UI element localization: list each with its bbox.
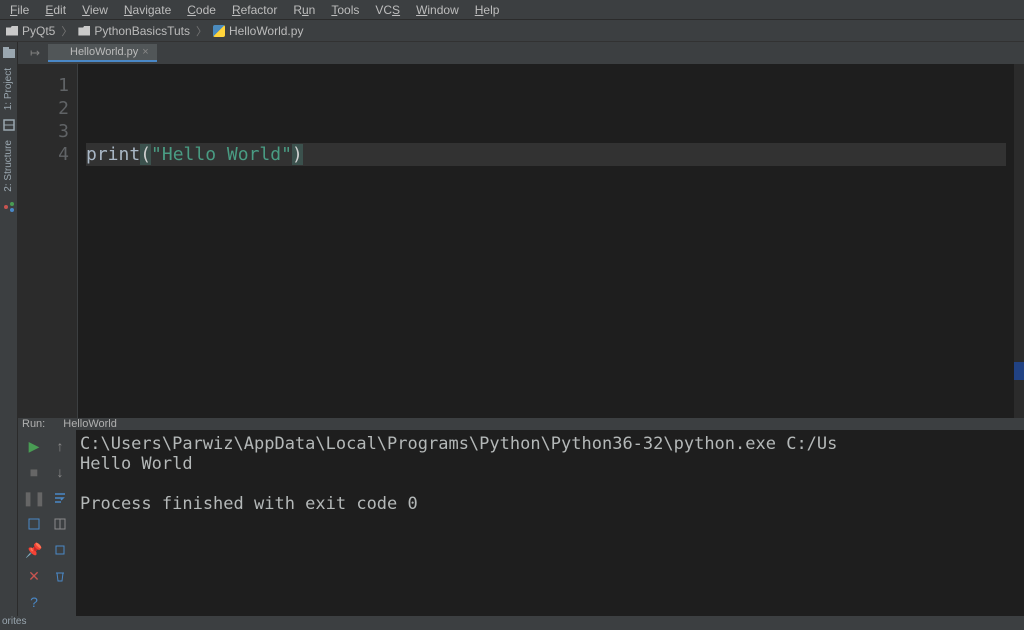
code-area[interactable]: print("Hello World") [78,64,1014,418]
print-button[interactable] [22,512,46,536]
folder-icon [78,26,90,36]
line-number-gutter: 1 2 3 4 [18,64,78,418]
tab-label: HelloWorld.py [70,46,138,58]
line-number: 4 [18,143,69,166]
rerun-button[interactable]: ▶ [22,434,46,458]
breadcrumb-sep: 〉 [61,23,72,39]
main-menu-bar: File Edit View Navigate Code Refactor Ru… [0,0,1024,20]
menu-run[interactable]: Run [287,2,321,18]
breadcrumb-mid-label: PythonBasicsTuts [94,24,190,38]
run-toolbar: ▶ ↑ ■ ↓ ❚❚ 📌 ✕ ? [18,430,76,618]
line-number: 3 [18,120,69,143]
navigation-bar: PyQt5 〉 PythonBasicsTuts 〉 HelloWorld.py [0,20,1024,42]
console-line-2: Hello World [80,454,193,474]
menu-edit[interactable]: Edit [39,2,72,18]
python-icon [49,419,59,429]
dump-button[interactable] [48,538,72,562]
line-number: 1 [18,74,69,97]
close-run-button[interactable]: ✕ [22,564,46,588]
code-line-4: print("Hello World") [86,143,1006,166]
show-files-button[interactable]: ↦ [28,46,42,60]
pause-button[interactable]: ❚❚ [22,486,46,510]
console-line-4: Process finished with exit code 0 [80,494,418,514]
run-header[interactable]: Run: HelloWorld [18,418,1024,430]
menu-help[interactable]: Help [469,2,506,18]
menu-window[interactable]: Window [410,2,465,18]
close-icon[interactable]: × [142,46,148,58]
editor-area: ↦ HelloWorld.py × 1 2 3 4 print("Hello W… [18,42,1024,418]
breadcrumb-file-label: HelloWorld.py [229,24,303,38]
token-paren-open: ( [140,144,151,165]
scroll-down-button[interactable]: ↓ [48,460,72,484]
menu-tools[interactable]: Tools [325,2,365,18]
folder-icon [6,26,18,36]
status-bar: orites [0,616,1024,630]
breadcrumb-root-label: PyQt5 [22,24,55,38]
help-button[interactable]: ? [22,590,46,614]
menu-view[interactable]: View [76,2,114,18]
run-console[interactable]: C:\Users\Parwiz\AppData\Local\Programs\P… [76,430,1024,618]
breadcrumb-mid[interactable]: PythonBasicsTuts [78,24,190,38]
code-editor[interactable]: 1 2 3 4 print("Hello World") [18,64,1024,418]
favorites-stub[interactable]: orites [2,616,26,627]
python-icon [213,25,225,37]
breadcrumb-root[interactable]: PyQt5 [6,24,55,38]
run-tool-window: Run: HelloWorld ▶ ↑ ■ ↓ ❚❚ 📌 ✕ [18,418,1024,616]
caret-marker [1014,362,1024,380]
menu-code[interactable]: Code [181,2,222,18]
layout-button[interactable] [48,512,72,536]
editor-tab-bar: ↦ HelloWorld.py × [18,42,1024,64]
run-header-label: Run: [22,418,45,430]
run-body: ▶ ↑ ■ ↓ ❚❚ 📌 ✕ ? C:\Users\Parwiz\ [18,430,1024,618]
trash-button[interactable] [48,564,72,588]
soft-wrap-button[interactable] [48,486,72,510]
breadcrumb-sep: 〉 [196,23,207,39]
scroll-up-button[interactable]: ↑ [48,434,72,458]
project-tool-icon[interactable] [2,46,16,60]
breadcrumb-file[interactable]: HelloWorld.py [213,24,303,38]
menu-refactor[interactable]: Refactor [226,2,283,18]
generic-tool-icon[interactable] [2,200,16,214]
token-paren-close: ) [292,144,303,165]
menu-vcs[interactable]: VCS [369,2,406,18]
left-tool-stripe: 1: Project 2: Structure [0,42,18,630]
line-number: 2 [18,97,69,120]
toolwindow-project[interactable]: 1: Project [3,64,14,114]
menu-navigate[interactable]: Navigate [118,2,177,18]
pin-button[interactable]: 📌 [22,538,46,562]
token-string: "Hello World" [151,144,292,165]
run-config-name: HelloWorld [63,418,117,430]
token-function: print [86,144,140,165]
console-line-1: C:\Users\Parwiz\AppData\Local\Programs\P… [80,434,837,454]
stop-button[interactable]: ■ [22,460,46,484]
editor-tab-helloworld[interactable]: HelloWorld.py × [48,44,157,62]
structure-tool-icon[interactable] [2,118,16,132]
python-icon [56,47,66,57]
toolwindow-structure[interactable]: 2: Structure [3,136,14,196]
menu-file[interactable]: File [4,2,35,18]
